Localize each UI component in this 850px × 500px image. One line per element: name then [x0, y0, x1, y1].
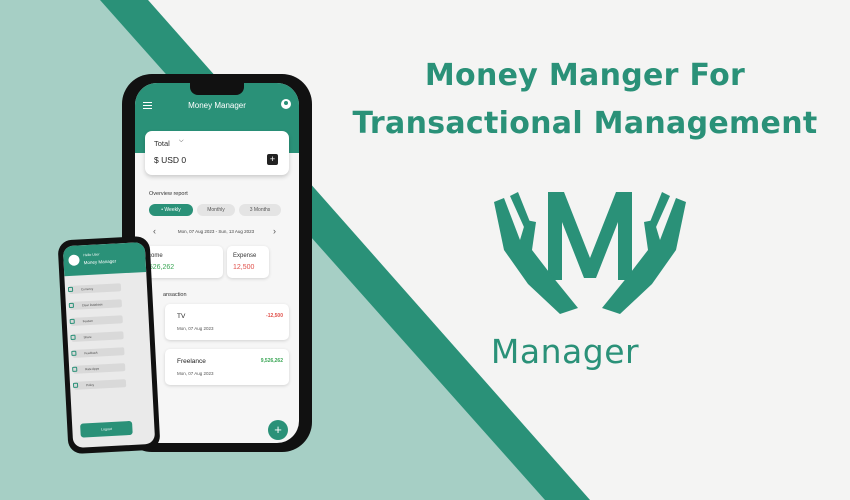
manager-logo-icon [494, 192, 686, 314]
phone-notch [190, 83, 244, 95]
transaction-date: Mon, 07 Aug 2023 [177, 371, 214, 376]
transaction-date: Mon, 07 Aug 2023 [177, 326, 214, 331]
logout-button[interactable]: Logout [80, 420, 133, 438]
policy-icon [72, 382, 79, 388]
add-transaction-button[interactable]: + [268, 420, 288, 440]
drawer-header: Hello User Money Manager [62, 241, 147, 277]
transaction-amount: -12,500 [266, 313, 283, 319]
expense-value: 12,500 [233, 264, 255, 271]
drawer-item-share[interactable]: Share [70, 331, 124, 342]
chevron-down-icon[interactable]: ⌵ [179, 138, 184, 145]
transaction-name: TV [177, 313, 186, 320]
transaction-row[interactable]: TV Mon, 07 Aug 2023 -12,500 [165, 304, 289, 340]
add-icon[interactable]: + [267, 154, 278, 165]
tab-3-months[interactable]: 3 Months [239, 204, 281, 216]
chevron-right-icon[interactable]: › [273, 226, 276, 236]
transaction-row[interactable]: Freelance Mon, 07 Aug 2023 9,526,262 [165, 349, 289, 385]
transaction-section-title: ansaction [163, 292, 187, 298]
date-range: Mon, 07 Aug 2023 - Sun, 13 Aug 2023 [177, 229, 255, 234]
logo-wordmark: Manager [490, 332, 640, 371]
headline-line-1: Money Manger For [424, 58, 746, 93]
drawer-app-name: Money Manager [83, 258, 117, 266]
headline-line-2: Transactional Management [352, 106, 818, 141]
expense-label: Expense [233, 253, 257, 259]
tab-weekly[interactable]: • Weekly [149, 204, 193, 216]
total-value: $ USD 0 [154, 155, 187, 165]
headline: Money Manger For Transactional Managemen… [340, 52, 830, 148]
app-title: Money Manager [188, 101, 246, 110]
feature-icon [69, 318, 75, 325]
drawer-screen: Hello User Money Manager Currency Clear … [62, 241, 156, 449]
drawer-item-currency[interactable]: Currency [67, 283, 122, 295]
overview-label: Overview report [149, 191, 188, 197]
tab-monthly[interactable]: Monthly [197, 204, 235, 216]
star-icon [72, 366, 78, 372]
transaction-name: Freelance [177, 358, 206, 365]
share-icon [70, 334, 76, 340]
user-icon[interactable] [281, 99, 291, 109]
phone-mockup-drawer: Hello User Money Manager Currency Clear … [57, 235, 161, 455]
total-label: Total [154, 139, 170, 148]
phone-screen: Money Manager Total ⌵ $ USD 0 + Overview… [135, 83, 299, 443]
drawer-item-policy[interactable]: Policy [72, 379, 127, 390]
database-icon [68, 302, 75, 309]
total-card: Total ⌵ $ USD 0 + [145, 131, 289, 175]
transaction-amount: 9,526,262 [260, 358, 283, 364]
currency-icon [67, 286, 74, 293]
drawer-item-clear-database[interactable]: Clear Database [68, 299, 123, 310]
drawer-item-feedback[interactable]: Feedback [71, 347, 125, 358]
drawer-greeting: Hello User [83, 252, 100, 258]
avatar [68, 254, 80, 266]
expense-card[interactable]: Expense 12,500 [227, 246, 269, 278]
drawer-item-feature[interactable]: Feature [69, 315, 123, 326]
drawer-item-rate-apps[interactable]: Rate Apps [72, 363, 126, 374]
feedback-icon [71, 350, 77, 356]
